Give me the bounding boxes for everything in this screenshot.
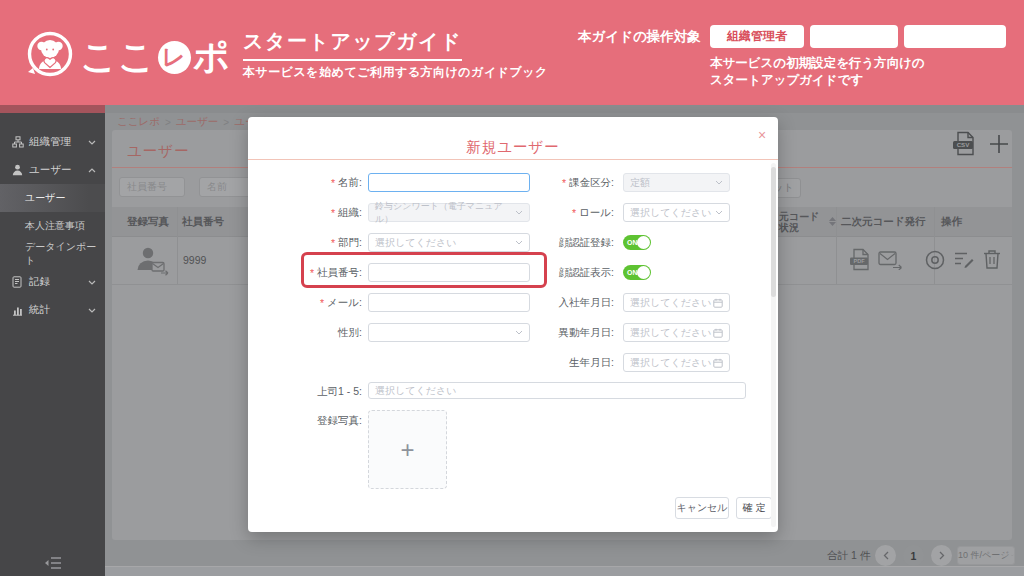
user-avatar-icon <box>135 246 169 276</box>
face-register-toggle[interactable]: ON <box>623 235 651 250</box>
modal-title: 新規ユーザー <box>248 138 778 157</box>
transfer-date-label: 異動年月日: <box>500 323 614 342</box>
toggle-knob <box>637 236 650 249</box>
photo-upload-box[interactable]: + <box>368 410 447 489</box>
annotation-highlight-box <box>301 252 547 288</box>
sidebar-subitem-data-import[interactable]: データインポート <box>0 240 105 268</box>
breadcrumb-item[interactable]: ここレポ <box>117 115 160 129</box>
chevron-down-icon <box>88 140 96 145</box>
send-mail-icon[interactable] <box>878 251 903 270</box>
birth-date-picker[interactable]: 選択してください <box>623 353 730 372</box>
audience-badge-org-admin: 組織管理者 <box>710 25 804 48</box>
csv-export-icon[interactable]: CSV <box>951 131 978 156</box>
face-register-label: 顔認証登録: <box>500 233 614 252</box>
cell-employee-no: 9999 <box>183 254 206 266</box>
confirm-button[interactable]: 確 定 <box>736 497 772 519</box>
page-size-select[interactable]: 10 件/ページ <box>957 546 1015 565</box>
footer-bar <box>105 566 1024 576</box>
sidebar-collapse-icon[interactable] <box>44 556 62 574</box>
name-label: *名前: <box>248 173 362 192</box>
calendar-icon <box>713 358 723 368</box>
guide-description-line2: スタートアップガイドです <box>710 72 863 89</box>
billing-label: *課金区分: <box>500 173 614 192</box>
chevron-down-icon <box>88 308 96 313</box>
pagination-next-button[interactable] <box>931 545 952 566</box>
email-label: *メール: <box>248 293 362 312</box>
close-icon[interactable]: × <box>758 127 766 143</box>
guide-description-line1: 本サービスの初期設定を行う方向けの <box>710 55 925 72</box>
bar-chart-icon <box>12 305 23 316</box>
gender-label: 性別: <box>248 323 362 342</box>
calendar-icon <box>713 328 723 338</box>
chevron-up-icon <box>88 168 96 173</box>
sort-caret-icon[interactable] <box>829 217 836 226</box>
calendar-icon <box>713 298 723 308</box>
guide-banner: ここレポ スタートアップガイド 本サービスを始めてご利用する方向けのガイドブック… <box>0 0 1024 105</box>
transfer-date-picker[interactable]: 選択してください <box>623 323 730 342</box>
sidebar-subitem-user-active[interactable]: ユーザー <box>0 184 105 212</box>
logo-part1: ここ <box>80 33 156 82</box>
sidebar-item-user[interactable]: ユーザー <box>0 156 105 184</box>
birth-date-label: 生年月日: <box>500 353 614 372</box>
audience-badge-2 <box>810 25 898 48</box>
page-title: ユーザー <box>127 142 190 161</box>
app-header-brand-strip <box>0 105 105 113</box>
sidebar: 組織管理 ユーザー ユーザー 本人注意事項 データインポート 記録 <box>0 113 105 576</box>
modal-scrollbar-thumb[interactable] <box>771 167 776 297</box>
app-header-strip <box>105 105 1024 113</box>
cancel-button[interactable]: キャンセル <box>675 497 729 519</box>
photo-label: 登録写真: <box>248 411 362 430</box>
role-label: *ロール: <box>500 203 614 222</box>
screen: ここレポ スタートアップガイド 本サービスを始めてご利用する方向けのガイドブック… <box>0 0 1024 576</box>
sidebar-item-statistics[interactable]: 統計 <box>0 296 105 324</box>
hire-date-picker[interactable]: 選択してください <box>623 293 730 312</box>
add-user-icon[interactable] <box>989 134 1009 154</box>
audience-label: 本ガイドの操作対象 <box>578 28 701 46</box>
pdf-download-icon[interactable]: PDF <box>848 248 872 271</box>
pagination-current-page[interactable]: 1 <box>903 545 924 566</box>
billing-select: 定額 <box>623 173 730 192</box>
boss-label: 上司1 - 5: <box>248 382 362 401</box>
sidebar-item-org-management[interactable]: 組織管理 <box>0 128 105 156</box>
column-header-actions: 操作 <box>941 207 962 237</box>
org-label: *組織: <box>248 203 362 222</box>
delete-icon[interactable] <box>983 249 1001 269</box>
column-header-employee-no: 社員番号 <box>182 207 224 237</box>
view-icon[interactable] <box>924 249 946 271</box>
face-display-toggle[interactable]: ON <box>623 265 651 280</box>
document-icon <box>12 276 23 288</box>
guide-title: スタートアップガイド <box>243 28 462 61</box>
logo-accent-disc: レ <box>158 41 191 74</box>
edit-icon[interactable] <box>954 251 974 268</box>
column-header-qr-status: 元コード 状況 <box>779 211 819 233</box>
pagination-prev-button[interactable] <box>875 545 896 566</box>
chevron-down-icon <box>88 280 96 285</box>
sidebar-subitem-personal-notes[interactable]: 本人注意事項 <box>0 212 105 240</box>
breadcrumb-item[interactable]: ユーザー <box>176 115 219 129</box>
kokorepo-mascot-logo-icon <box>25 28 75 80</box>
org-icon <box>12 136 24 148</box>
logo-part2: ポ <box>193 33 231 82</box>
audience-badge-3 <box>904 25 1006 48</box>
dept-label: *部門: <box>248 233 362 252</box>
svg-text:CSV: CSV <box>957 141 971 148</box>
pagination-total: 合計 1 件 <box>827 549 870 563</box>
column-header-qr-issue: 二次元コード発行 <box>841 207 926 237</box>
boss-select[interactable]: 選択してください <box>368 382 746 399</box>
role-select[interactable]: 選択してください <box>623 203 730 222</box>
toggle-knob <box>637 266 650 279</box>
search-employee-no-input[interactable]: 社員番号 <box>119 177 185 197</box>
hire-date-label: 入社年月日: <box>500 293 614 312</box>
column-header-photo: 登録写真 <box>127 207 169 237</box>
app-logo-text: ここレポ <box>80 33 231 81</box>
guide-subtitle: 本サービスを始めてご利用する方向けのガイドブック <box>243 64 548 81</box>
user-icon <box>12 164 23 176</box>
new-user-modal: 新規ユーザー × *名前: *課金区分: 定額 *組織: 鈴与シンワート（電子マ… <box>248 117 778 532</box>
upload-plus-icon: + <box>400 436 414 464</box>
sidebar-item-records[interactable]: 記録 <box>0 268 105 296</box>
svg-text:PDF: PDF <box>853 258 865 264</box>
